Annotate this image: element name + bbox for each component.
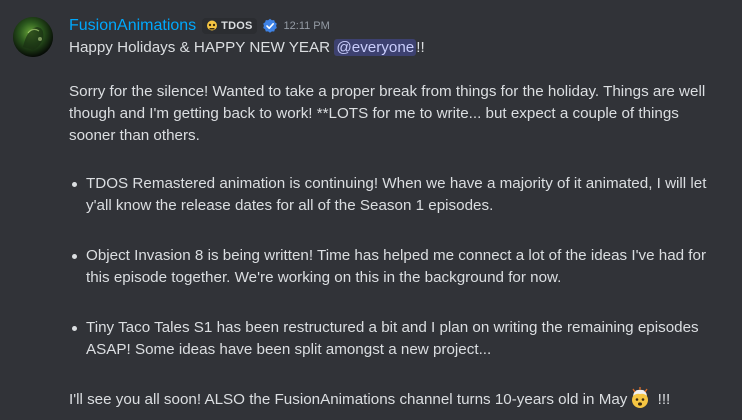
message-content: Happy Holidays & HAPPY NEW YEAR @everyon… <box>69 37 729 411</box>
closing-end: !!! <box>653 391 671 408</box>
list-item: Object Invasion 8 is being written! Time… <box>72 245 729 289</box>
closing-line: I'll see you all soon! ALSO the FusionAn… <box>69 387 729 411</box>
author-username[interactable]: FusionAnimations <box>69 17 196 35</box>
greeting-line: Happy Holidays & HAPPY NEW YEAR @everyon… <box>69 37 729 59</box>
greeting-text: Happy Holidays & HAPPY NEW YEAR <box>69 39 335 56</box>
user-avatar[interactable] <box>13 17 53 57</box>
verified-check-icon <box>262 18 277 33</box>
avatar-image <box>13 17 53 57</box>
skull-emoji-icon <box>207 20 218 31</box>
message-timestamp[interactable]: 12:11 PM <box>284 20 330 32</box>
exploding-head-emoji-icon[interactable] <box>629 387 651 409</box>
everyone-mention[interactable]: @everyone <box>334 39 417 56</box>
server-tag[interactable]: TDOS <box>202 18 257 34</box>
update-list: TDOS Remastered animation is continuing!… <box>69 173 729 361</box>
closing-text: I'll see you all soon! ALSO the FusionAn… <box>69 391 628 408</box>
list-item: TDOS Remastered animation is continuing!… <box>72 173 729 217</box>
message-header: FusionAnimations TDOS 12:11 PM <box>69 15 330 37</box>
intro-paragraph: Sorry for the silence! Wanted to take a … <box>69 83 706 144</box>
greeting-end: !! <box>416 39 425 56</box>
server-tag-label: TDOS <box>221 20 253 32</box>
list-item: Tiny Taco Tales S1 has been restructured… <box>72 317 729 361</box>
chat-message: FusionAnimations TDOS 12:11 PM Happy Hol… <box>0 0 742 420</box>
